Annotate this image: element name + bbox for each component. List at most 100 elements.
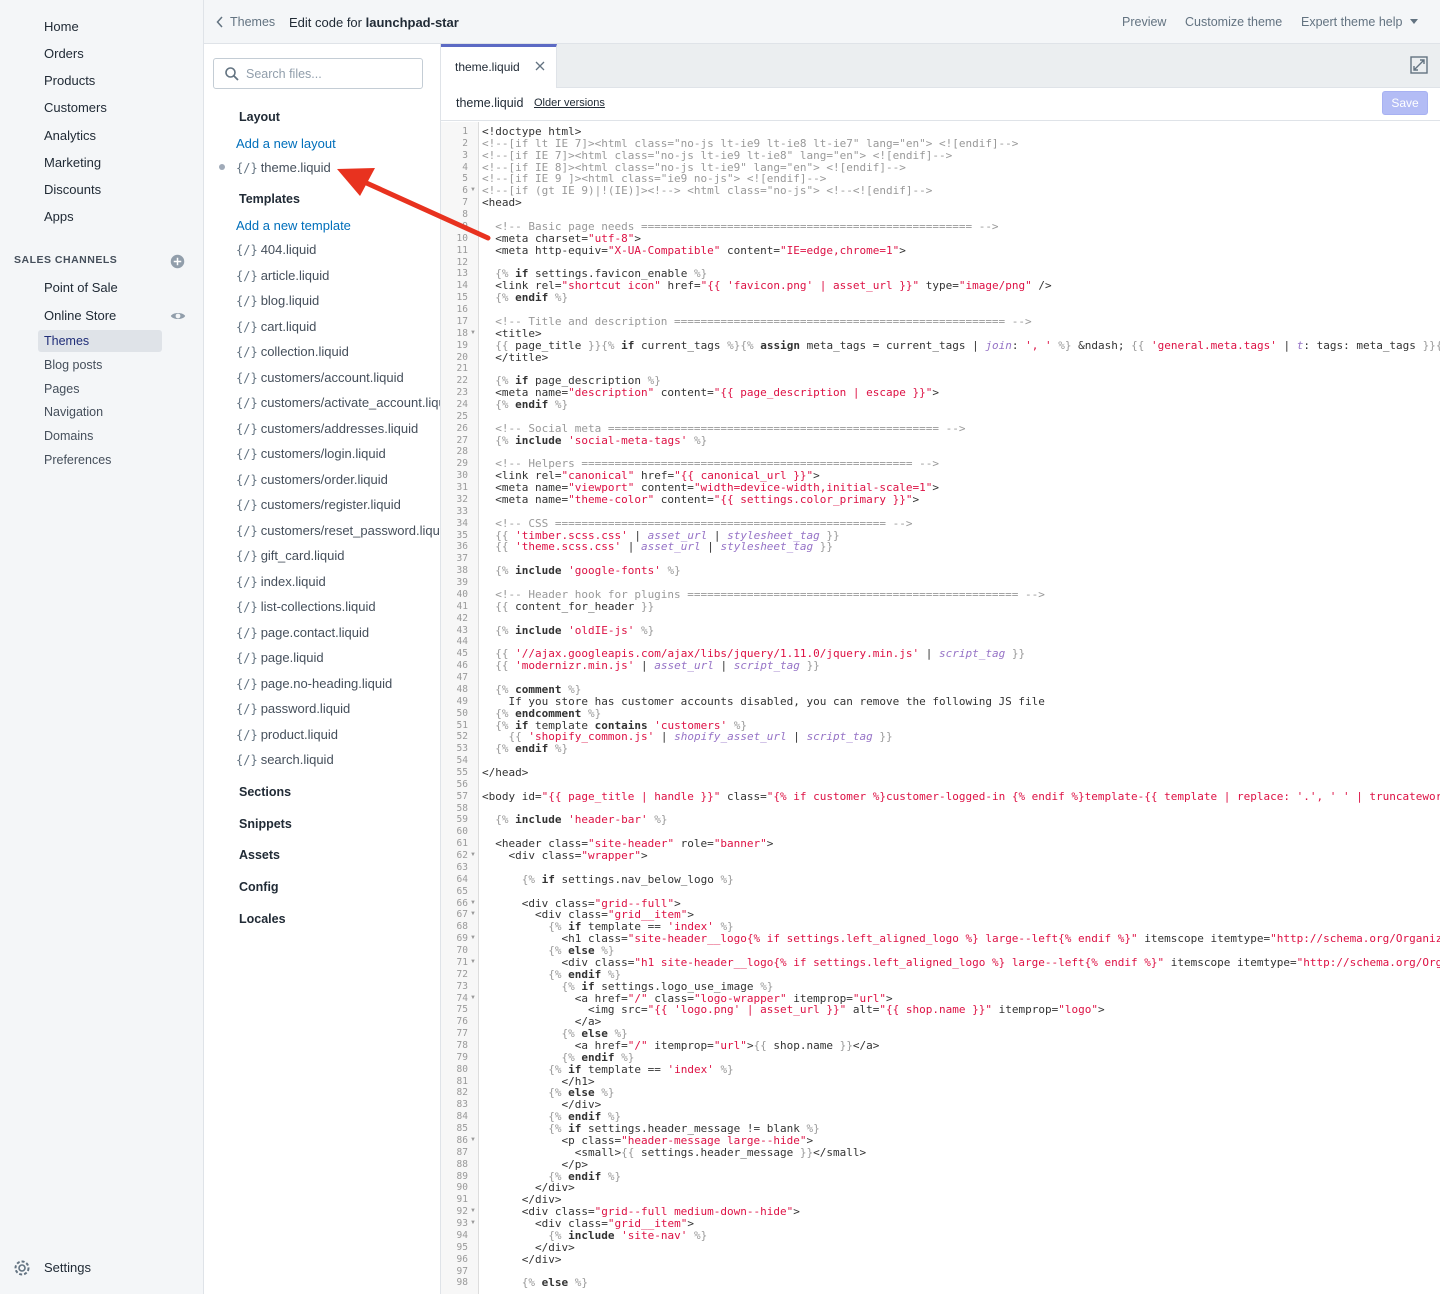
template-file[interactable]: {/} customers/account.liquid xyxy=(236,370,404,385)
template-file[interactable]: {/} customers/register.liquid xyxy=(236,497,401,512)
channel-point-of-sale[interactable]: Point of Sale xyxy=(0,274,203,301)
line-number: 76 xyxy=(456,1016,468,1028)
fold-arrow-icon[interactable]: ▼ xyxy=(470,900,476,906)
template-file[interactable]: {/} page.liquid xyxy=(236,650,324,665)
template-file[interactable]: {/} blog.liquid xyxy=(236,293,319,308)
template-file[interactable]: {/} gift_card.liquid xyxy=(236,548,345,563)
store-subitem-label: Preferences xyxy=(44,453,112,467)
template-file[interactable]: {/} list-collections.liquid xyxy=(236,599,376,614)
fold-arrow-icon[interactable]: ▼ xyxy=(470,330,476,336)
back-to-themes-link[interactable]: Themes xyxy=(216,15,275,29)
line-number: 13 xyxy=(456,268,468,280)
nav-item-label: Orders xyxy=(44,46,84,61)
nav-item-label: Home xyxy=(44,19,79,34)
save-button[interactable]: Save xyxy=(1382,91,1428,115)
nav-item-label: Analytics xyxy=(44,128,97,143)
nav-item-apps[interactable]: Apps xyxy=(0,203,203,230)
nav-item-marketing[interactable]: Marketing xyxy=(0,149,203,176)
line-number: 82 xyxy=(456,1087,468,1099)
file-label: article.liquid xyxy=(260,267,330,283)
preview-button[interactable]: Preview xyxy=(1122,15,1166,29)
template-file[interactable]: {/} article.liquid xyxy=(236,268,329,283)
line-number: 71 xyxy=(456,956,468,968)
template-file[interactable]: {/} customers/login.liquid xyxy=(236,446,386,461)
template-file[interactable]: {/} index.liquid xyxy=(236,574,326,589)
admin-sidebar: Home Orders Products Customers Analytics Mark… xyxy=(0,0,204,1294)
code-line: {% endif %} xyxy=(495,742,569,756)
store-subitem-themes[interactable]: Themes xyxy=(38,330,162,352)
line-number: 94 xyxy=(456,1229,468,1241)
fold-arrow-icon[interactable]: ▼ xyxy=(470,935,476,941)
fold-arrow-icon[interactable]: ▼ xyxy=(470,187,476,193)
fullscreen-icon[interactable] xyxy=(1410,56,1428,74)
store-subitem-blog-posts[interactable]: Blog posts xyxy=(38,354,162,376)
file-label: blog.liquid xyxy=(260,293,320,308)
expert-help-dropdown[interactable]: Expert theme help xyxy=(1301,15,1419,29)
fold-arrow-icon[interactable]: ▼ xyxy=(470,911,476,917)
fold-arrow-icon[interactable]: ▼ xyxy=(470,995,476,1001)
tab-theme-liquid[interactable]: theme.liquid xyxy=(441,44,557,89)
template-file[interactable]: {/} 404.liquid xyxy=(236,242,316,257)
template-file[interactable]: {/} collection.liquid xyxy=(236,344,349,359)
store-subitem-pages[interactable]: Pages xyxy=(38,378,162,400)
template-file[interactable]: {/} customers/reset_password.liquid xyxy=(236,523,440,538)
line-number: 45 xyxy=(456,648,468,660)
home-icon xyxy=(12,17,32,37)
template-file[interactable]: {/} page.no-heading.liquid xyxy=(236,676,392,691)
older-versions-link[interactable]: Older versions xyxy=(534,97,605,109)
nav-item-customers[interactable]: Customers xyxy=(0,94,203,121)
template-file[interactable]: {/} customers/activate_account.liquid xyxy=(236,395,440,410)
store-subitem-navigation[interactable]: Navigation xyxy=(38,401,162,423)
fold-arrow-icon[interactable]: ▼ xyxy=(470,852,476,858)
nav-settings[interactable]: Settings xyxy=(0,1254,203,1281)
liquid-file-icon: {/} xyxy=(236,549,258,563)
layout-file[interactable]: {/} theme.liquid xyxy=(236,160,331,175)
template-file[interactable]: {/} search.liquid xyxy=(236,752,334,767)
view-store-icon[interactable] xyxy=(170,309,186,323)
code-line: {% endif %} xyxy=(548,967,622,981)
code-line: {% comment %} xyxy=(495,682,582,696)
add-layout-link[interactable]: Add a new layout xyxy=(236,136,336,151)
add-template-link[interactable]: Add a new template xyxy=(236,218,351,233)
code-area[interactable]: <!doctype html> <!--[if lt IE 7]><html cl… xyxy=(479,122,1440,1294)
line-number: 46 xyxy=(456,660,468,672)
add-channel-icon[interactable] xyxy=(170,254,185,269)
fold-arrow-icon[interactable]: ▼ xyxy=(470,1137,476,1143)
store-subitem-preferences[interactable]: Preferences xyxy=(38,449,162,471)
file-label: collection.liquid xyxy=(260,344,349,359)
editor-tabs: theme.liquid xyxy=(441,44,1440,89)
template-file[interactable]: {/} customers/addresses.liquid xyxy=(236,421,418,436)
search-files-input[interactable]: Search files... xyxy=(213,58,423,89)
fold-arrow-icon[interactable]: ▼ xyxy=(470,959,476,965)
template-file[interactable]: {/} password.liquid xyxy=(236,701,350,716)
store-subitem-domains[interactable]: Domains xyxy=(38,425,162,447)
file-label: search.liquid xyxy=(260,752,334,767)
close-icon[interactable] xyxy=(535,61,545,71)
line-number: 31 xyxy=(456,482,468,494)
line-number: 88 xyxy=(456,1158,468,1170)
code-line: {% if settings.nav_below_logo %} xyxy=(521,872,734,886)
nav-item-label: Marketing xyxy=(44,155,102,170)
code-line: <title> xyxy=(482,326,542,340)
nav-item-analytics[interactable]: Analytics xyxy=(0,122,203,149)
folder-label: Config xyxy=(239,880,279,895)
line-number: 21 xyxy=(456,363,468,375)
fold-arrow-icon[interactable]: ▼ xyxy=(470,1220,476,1226)
line-number: 78 xyxy=(456,1039,468,1051)
nav-item-products[interactable]: Products xyxy=(0,67,203,94)
fold-arrow-icon[interactable]: ▼ xyxy=(470,1208,476,1214)
customize-theme-button[interactable]: Customize theme xyxy=(1185,15,1282,29)
template-file[interactable]: {/} product.liquid xyxy=(236,727,338,742)
nav-item-discounts[interactable]: Discounts xyxy=(0,176,203,203)
nav-item-orders[interactable]: Orders xyxy=(0,40,203,67)
template-file[interactable]: {/} cart.liquid xyxy=(236,319,316,334)
template-file[interactable]: {/} customers/order.liquid xyxy=(236,472,388,487)
line-number: 23 xyxy=(456,387,468,399)
line-number: 52 xyxy=(456,731,468,743)
liquid-file-icon: {/} xyxy=(236,753,258,767)
top-bar: Themes Edit code for launchpad-star Prev… xyxy=(204,0,1440,44)
line-number: 10 xyxy=(456,232,468,244)
nav-item-home[interactable]: Home xyxy=(0,13,203,40)
line-number: 79 xyxy=(456,1051,468,1063)
template-file[interactable]: {/} page.contact.liquid xyxy=(236,625,369,640)
